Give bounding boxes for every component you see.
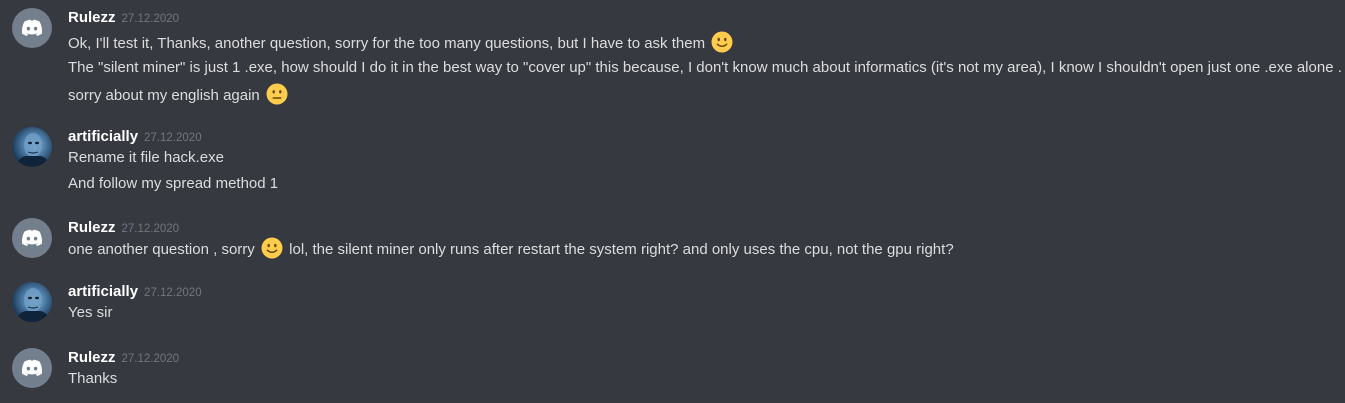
- message-header: Rulezz 27.12.2020: [68, 8, 179, 28]
- slightly-smiling-face-icon[interactable]: [711, 31, 733, 53]
- message-line: Yes sir: [68, 302, 112, 324]
- discord-logo-icon: [21, 19, 43, 36]
- message-text: lol, the silent miner only runs after re…: [289, 241, 954, 258]
- message-text: Ok, I'll test it, Thanks, another questi…: [68, 35, 706, 52]
- message-text: And follow my spread method 1: [68, 175, 279, 192]
- user-photo-icon: [16, 288, 50, 322]
- neutral-face-icon[interactable]: [266, 83, 288, 105]
- message-header: artificially 27.12.2020: [68, 282, 202, 302]
- discord-logo-icon: [21, 359, 43, 376]
- message-header: artificially 27.12.2020: [68, 127, 202, 147]
- avatar[interactable]: [12, 8, 52, 48]
- username[interactable]: Rulezz: [68, 349, 116, 366]
- message-header: Rulezz 27.12.2020: [68, 348, 179, 368]
- message-line: Rename it file hack.exe: [68, 147, 224, 169]
- avatar[interactable]: [12, 348, 52, 388]
- message-text: one another question , sorry: [68, 241, 255, 258]
- avatar[interactable]: [12, 127, 52, 167]
- username[interactable]: artificially: [68, 128, 138, 145]
- username[interactable]: Rulezz: [68, 9, 116, 26]
- message-text: The "silent miner" is just 1 .exe, how s…: [68, 59, 1342, 76]
- username[interactable]: artificially: [68, 283, 138, 300]
- slightly-smiling-face-icon[interactable]: [261, 237, 283, 259]
- message-line: sorry about my english again: [68, 83, 290, 107]
- timestamp[interactable]: 27.12.2020: [122, 223, 180, 235]
- message-line: Thanks: [68, 368, 117, 390]
- message-line: And follow my spread method 1: [68, 173, 278, 195]
- message-text: sorry about my english again: [68, 87, 260, 104]
- timestamp[interactable]: 27.12.2020: [122, 13, 180, 25]
- timestamp[interactable]: 27.12.2020: [144, 287, 202, 299]
- message-header: Rulezz 27.12.2020: [68, 218, 179, 238]
- timestamp[interactable]: 27.12.2020: [122, 353, 180, 365]
- message-text: Yes sir: [68, 304, 113, 321]
- user-photo-icon: [16, 133, 50, 167]
- message-text: Thanks: [68, 370, 118, 387]
- discord-logo-icon: [21, 229, 43, 246]
- timestamp[interactable]: 27.12.2020: [144, 132, 202, 144]
- avatar[interactable]: [12, 218, 52, 258]
- message-line: The "silent miner" is just 1 .exe, how s…: [68, 57, 1342, 79]
- message-text: Rename it file hack.exe: [68, 149, 224, 166]
- message-line: one another question , sorry lol, the si…: [68, 237, 954, 261]
- username[interactable]: Rulezz: [68, 219, 116, 236]
- avatar[interactable]: [12, 282, 52, 322]
- message-line: Ok, I'll test it, Thanks, another questi…: [68, 31, 735, 55]
